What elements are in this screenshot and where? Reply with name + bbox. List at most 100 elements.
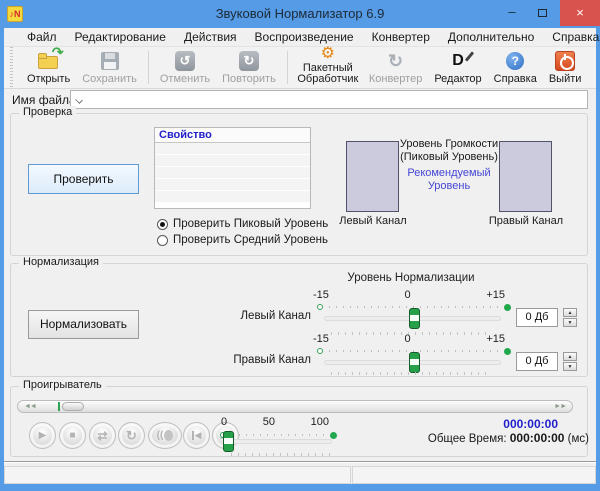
undo-button[interactable]: ↺ Отменить	[154, 47, 216, 88]
seek-bar[interactable]: ◄◄ ►►	[17, 400, 573, 413]
max-limit-icon	[504, 348, 511, 355]
status-divider-highlight	[4, 462, 596, 463]
editor-icon: D	[452, 50, 474, 72]
exit-icon	[555, 50, 576, 72]
right-db-field[interactable]: 0 Дб	[516, 352, 558, 371]
menu-bar: Файл Редактирование Действия Воспроизвед…	[4, 28, 599, 47]
converter-button[interactable]: ↻ Конвертер	[363, 47, 428, 88]
file-name-combobox[interactable]	[70, 90, 588, 109]
menu-actions[interactable]: Действия	[175, 28, 246, 46]
normalize-legend: Нормализация	[19, 256, 103, 268]
repeat-button[interactable]	[118, 422, 145, 449]
chevron-down-icon	[75, 96, 83, 104]
toolbar-separator	[286, 51, 288, 84]
radio-peak-level[interactable]: Проверить Пиковый Уровень	[157, 218, 328, 230]
scale-max: +15	[486, 289, 505, 301]
shuffle-button[interactable]	[89, 422, 116, 449]
maximize-icon	[537, 9, 547, 17]
left-channel-slider-thumb[interactable]	[409, 308, 420, 329]
right-channel-slider-thumb[interactable]	[409, 352, 420, 373]
left-slider-scale: -15 0 +15	[313, 289, 505, 301]
scale-min: -15	[313, 289, 329, 301]
menu-extra[interactable]: Дополнительно	[439, 28, 543, 46]
help-icon: ?	[506, 50, 525, 72]
undo-icon: ↺	[175, 50, 195, 72]
seek-back-icon[interactable]: ◄◄	[24, 402, 37, 412]
maximize-button[interactable]	[530, 2, 554, 24]
left-db-down-button[interactable]: ▼	[563, 318, 577, 327]
menu-edit[interactable]: Редактирование	[66, 28, 175, 46]
left-db-field[interactable]: 0 Дб	[516, 308, 558, 327]
seek-thumb[interactable]	[62, 402, 84, 411]
close-button[interactable]: ×	[560, 0, 600, 26]
table-row	[155, 167, 310, 179]
property-table[interactable]: Свойство	[154, 127, 311, 209]
loudness-caption-1: Уровень Громкости	[399, 138, 499, 150]
right-slider-bottom-ticks	[331, 372, 491, 375]
left-db-up-button[interactable]: ▲	[563, 308, 577, 317]
redo-icon: ↻	[238, 50, 259, 72]
save-button[interactable]: Сохранить	[76, 47, 143, 88]
open-folder-icon: ↷	[37, 44, 64, 72]
min-limit-icon	[317, 348, 323, 354]
table-row	[155, 191, 310, 203]
scale-min: -15	[313, 333, 329, 345]
status-panel-left	[4, 466, 351, 484]
scale-mid: 0	[404, 289, 411, 301]
right-channel-label: Правый Канал	[488, 215, 564, 227]
open-button[interactable]: ↷ Открыть	[21, 44, 76, 88]
right-channel-slider-label: Правый Канал	[233, 354, 311, 366]
volume-slider-thumb[interactable]	[223, 431, 234, 452]
normalization-level-title: Уровень Нормализации	[347, 272, 475, 284]
previous-track-button[interactable]	[183, 422, 210, 449]
seek-position-marker	[58, 402, 60, 411]
left-channel-label: Левый Канал	[339, 215, 407, 227]
seek-forward-icon[interactable]: ►►	[554, 402, 567, 412]
exit-button[interactable]: Выйти	[543, 47, 588, 88]
toolbar-gripper	[10, 47, 13, 88]
max-limit-icon	[504, 304, 511, 311]
scale-mid: 0	[404, 333, 411, 345]
play-button[interactable]	[29, 422, 56, 449]
toolbar-separator	[147, 51, 149, 84]
editor-button[interactable]: D Редактор	[428, 47, 487, 88]
normalize-button[interactable]: Нормализовать	[28, 310, 139, 339]
batch-gear-icon: ⚙	[320, 45, 336, 62]
title-bar: ♪N Звуковой Нормализатор 6.9 – ×	[0, 0, 600, 28]
minimize-button[interactable]: –	[500, 2, 524, 24]
total-time-label: Общее Время:	[427, 433, 507, 445]
help-button[interactable]: ? Справка	[488, 47, 543, 88]
table-row	[155, 143, 310, 155]
property-table-header: Свойство	[155, 128, 310, 143]
table-row	[155, 179, 310, 191]
redo-button[interactable]: ↻ Повторить	[216, 47, 282, 88]
total-time-row: Общее Время: 000:00:00 (мс)	[311, 431, 589, 445]
min-limit-icon	[317, 304, 323, 310]
normalize-section: Нормализация Нормализовать Уровень Норма…	[10, 256, 588, 377]
current-time: 000:00:00	[503, 417, 558, 431]
right-db-down-button[interactable]: ▼	[563, 362, 577, 371]
right-db-up-button[interactable]: ▲	[563, 352, 577, 361]
menu-help[interactable]: Справка	[543, 28, 600, 46]
check-button[interactable]: Проверить	[28, 164, 139, 194]
radio-average-level[interactable]: Проверить Средний Уровень	[157, 234, 328, 246]
menu-converter[interactable]: Конвертер	[363, 28, 439, 46]
radio-unchecked-icon	[157, 234, 168, 246]
volume-button[interactable]	[148, 422, 182, 449]
converter-icon: ↻	[388, 51, 404, 71]
meter-captions: Уровень Громкости (Пиковый Уровень) Реко…	[396, 138, 502, 193]
volume-scale-0: 0	[221, 416, 228, 428]
status-panel-right	[352, 466, 596, 484]
batch-processor-button[interactable]: ⚙ Пакетный Обработчик	[293, 45, 363, 88]
volume-scale-50: 50	[262, 416, 275, 428]
right-slider-scale: -15 0 +15	[313, 333, 505, 345]
total-time-value: 000:00:00	[509, 431, 565, 445]
player-legend: Проигрыватель	[19, 379, 106, 391]
stop-button[interactable]	[59, 422, 86, 449]
menu-playback[interactable]: Воспроизведение	[246, 28, 363, 46]
file-name-label: Имя файла:	[12, 93, 79, 107]
recommended-level-link-1[interactable]: Рекомендуемый	[396, 167, 502, 180]
radio-checked-icon	[157, 218, 168, 230]
left-channel-meter	[346, 141, 399, 212]
recommended-level-link-2[interactable]: Уровень	[396, 180, 502, 193]
